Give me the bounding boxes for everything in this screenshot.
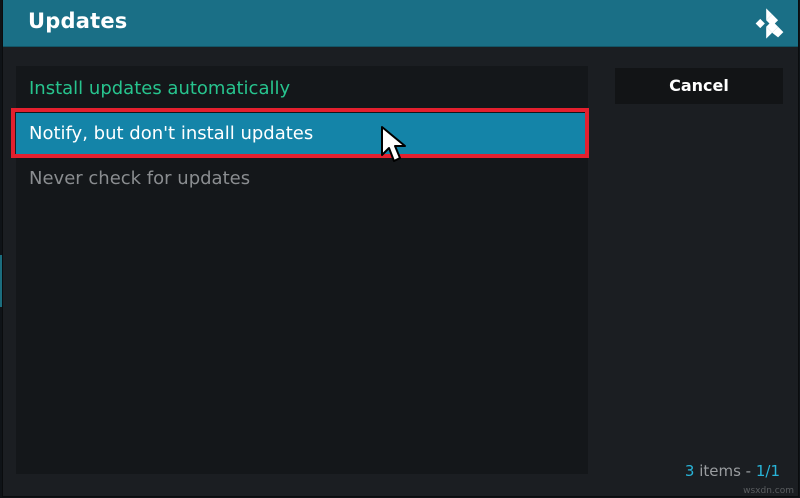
kodi-logo-icon — [755, 8, 784, 39]
dialog-title: Updates — [28, 9, 128, 33]
option-notify-only[interactable]: Notify, but don't install updates — [16, 113, 588, 155]
page-indicator: 1/1 — [755, 462, 780, 480]
item-count: 3 items - 1/1 — [685, 462, 780, 480]
dialog-titlebar: Updates — [3, 0, 798, 47]
watermark: wsxdn.com — [743, 486, 794, 496]
item-count-number: 3 — [684, 462, 695, 480]
option-install-automatically[interactable]: Install updates automatically — [16, 68, 588, 110]
item-count-label: items - — [694, 462, 756, 480]
cancel-button[interactable]: Cancel — [615, 68, 783, 104]
mouse-pointer-icon — [381, 126, 406, 162]
updates-dialog: Updates Install updates automatically No… — [3, 0, 798, 496]
options-list: Install updates automatically Notify, bu… — [16, 66, 588, 474]
option-never-check[interactable]: Never check for updates — [16, 158, 588, 200]
